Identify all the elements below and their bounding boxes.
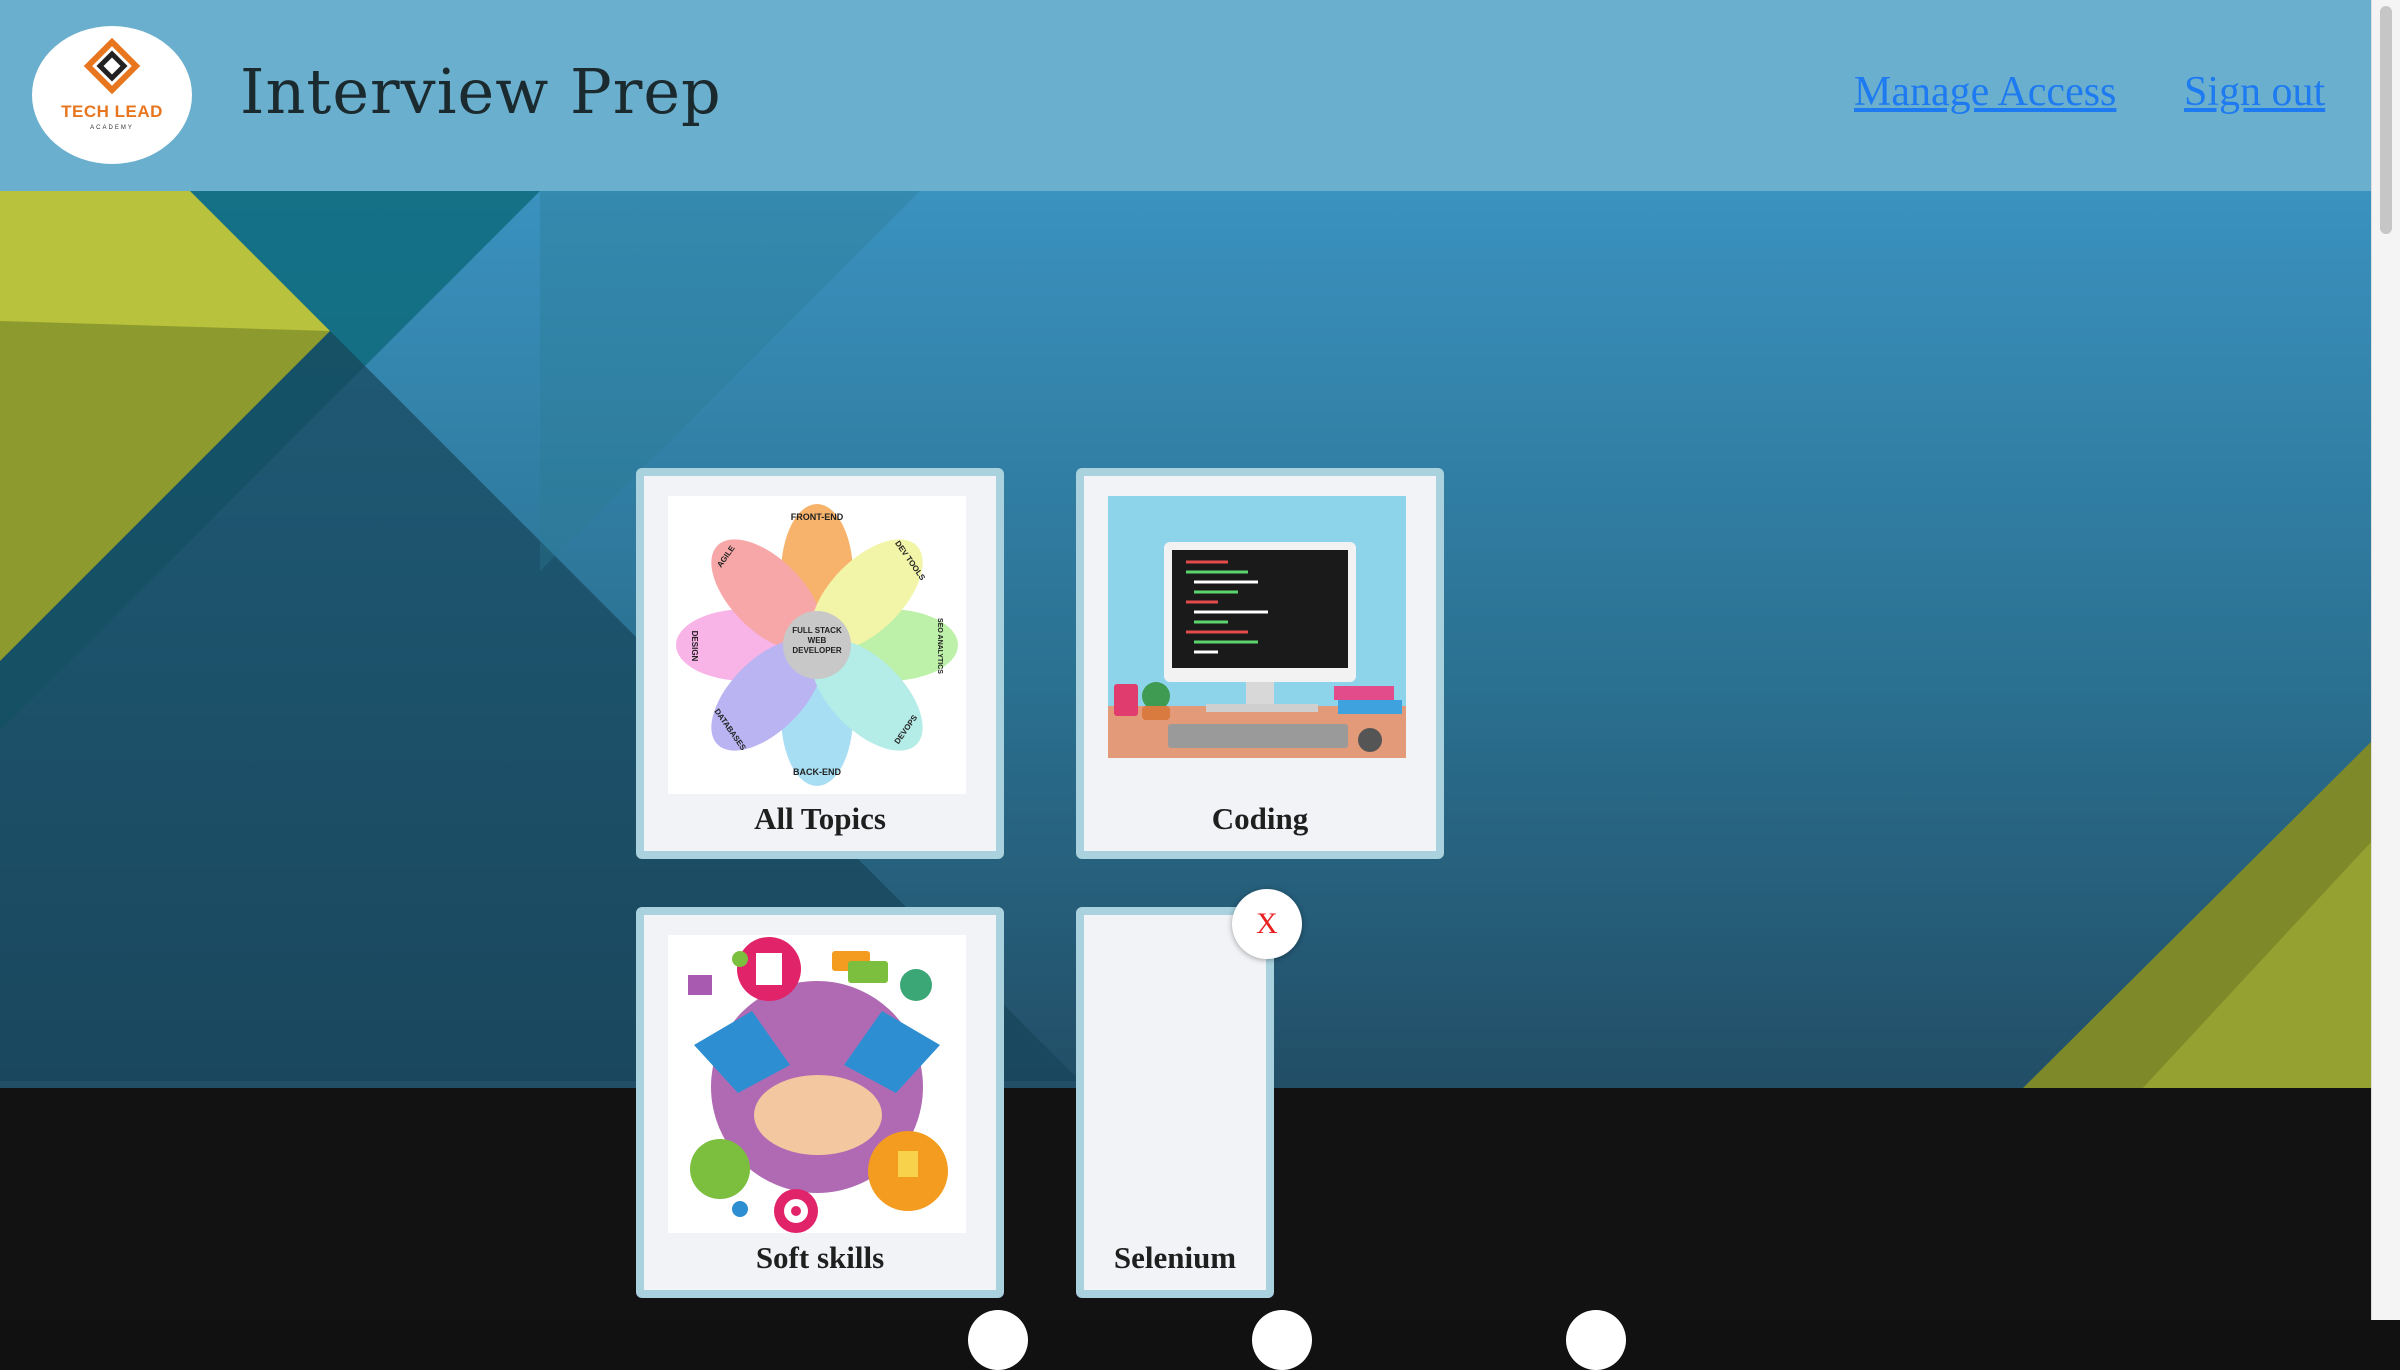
topic-card-coding[interactable]: Coding — [1076, 468, 1444, 859]
topic-card-label: All Topics — [754, 801, 886, 836]
petal-center: FULL STACK WEB DEVELOPER — [792, 626, 842, 655]
coding-illustration-image — [1108, 496, 1406, 758]
bottom-action-button[interactable] — [1252, 1310, 1312, 1370]
delete-topic-button[interactable]: X — [1232, 889, 1302, 959]
petal-back-end: BACK-END — [793, 767, 841, 777]
topic-card-label: Selenium — [1113, 1240, 1237, 1275]
petal-front-end: FRONT-END — [791, 512, 844, 522]
logo-text: TECH LEAD — [61, 102, 163, 121]
sign-out-link[interactable]: Sign out — [2184, 68, 2325, 116]
scrollbar-thumb[interactable] — [2380, 6, 2392, 234]
topic-card-all-topics[interactable]: FRONT-END BACK-END DEV TOOLS SEO ANALYTI… — [636, 468, 1004, 859]
app-header: TECH LEAD ACADEMY Interview Prep Manage … — [0, 0, 2372, 191]
full-stack-diagram-image: FRONT-END BACK-END DEV TOOLS SEO ANALYTI… — [668, 496, 966, 794]
petal-seo: SEO ANALYTICS — [936, 618, 943, 674]
topic-card-label: Soft skills — [755, 1240, 885, 1275]
petal-design: DESIGN — [690, 631, 699, 662]
bottom-action-button[interactable] — [1566, 1310, 1626, 1370]
manage-access-link[interactable]: Manage Access — [1854, 68, 2116, 116]
page-title: Interview Prep — [240, 55, 722, 128]
tech-lead-logo[interactable]: TECH LEAD ACADEMY — [32, 26, 192, 164]
logo-subtext: ACADEMY — [90, 125, 134, 131]
handshake-illustration-image — [668, 935, 966, 1233]
topic-card-soft-skills[interactable]: Soft skills — [636, 907, 1004, 1298]
bottom-action-button[interactable] — [968, 1310, 1028, 1370]
logo-diamond-icon — [83, 37, 141, 95]
topic-card-label: Coding — [1211, 801, 1309, 836]
vertical-scrollbar[interactable] — [2371, 0, 2400, 1320]
topic-card-selenium[interactable]: Selenium — [1076, 907, 1274, 1298]
